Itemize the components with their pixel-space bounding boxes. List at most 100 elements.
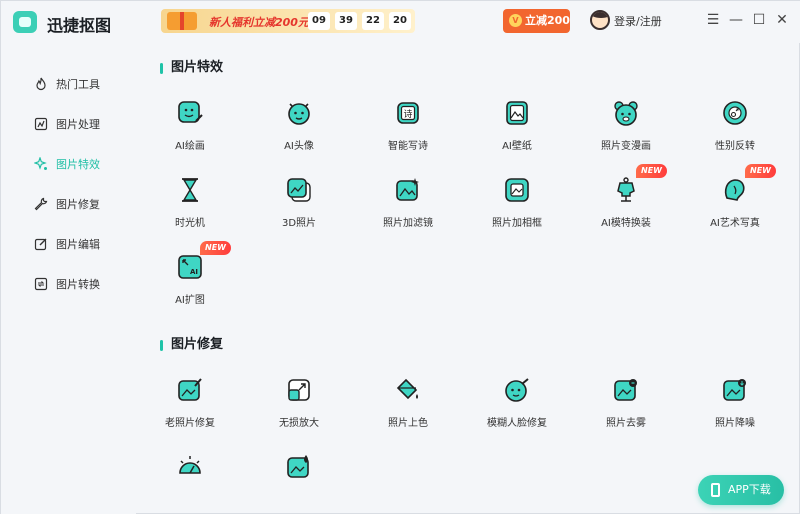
tool-smart-poem[interactable]: 诗 智能写诗 <box>360 99 456 161</box>
login-register-link[interactable]: 登录/注册 <box>614 13 662 29</box>
maximize-icon[interactable]: ☐ <box>750 11 768 29</box>
colorize-icon <box>396 378 418 400</box>
tool-time-machine[interactable]: 时光机 <box>142 176 238 238</box>
sidebar-item-label: 图片特效 <box>56 158 100 171</box>
title-bar: 迅捷抠图 新人福利立减200元 09 39 22 20 V 立减200 登录/注… <box>1 1 800 43</box>
upscale-icon <box>288 379 310 401</box>
tool-3d-photo[interactable]: 3D照片 <box>251 176 347 238</box>
poem-glyph: 诗 <box>403 109 412 120</box>
tool-label: 性别反转 <box>715 141 755 152</box>
mannequin-icon <box>617 177 635 202</box>
tool-label: 无损放大 <box>279 418 319 429</box>
countdown-hours: 09 <box>308 12 330 30</box>
new-badge: NEW <box>636 164 667 178</box>
tool-old-photo-repair[interactable]: 老照片修复 <box>142 376 238 438</box>
face-repair-icon <box>505 378 529 402</box>
expand-glyph: AI <box>190 268 198 276</box>
gift-icon <box>167 12 197 30</box>
tool-label: AI绘画 <box>175 141 205 152</box>
sidebar-item-image-editing[interactable]: 图片编辑 <box>34 233 100 255</box>
dehaze-icon <box>614 379 637 401</box>
tool-denoise[interactable]: 照片降噪 <box>687 376 783 438</box>
tool-label: 照片变漫画 <box>601 141 651 152</box>
image-edit-icon <box>34 117 48 131</box>
tool-ai-wallpaper[interactable]: AI壁纸 <box>469 99 565 161</box>
tool-photo-to-comic[interactable]: 照片变漫画 <box>578 99 674 161</box>
expand-icon: AI <box>178 255 202 279</box>
photo-water-icon <box>287 455 309 478</box>
tool-label: 老照片修复 <box>165 418 215 429</box>
tool-label: 照片加滤镜 <box>383 218 433 229</box>
ai-paint-icon <box>178 101 203 123</box>
countdown-centiseconds: 20 <box>389 12 411 30</box>
tool-label: 照片去雾 <box>606 418 646 429</box>
sidebar-item-image-repair[interactable]: 图片修复 <box>34 193 100 215</box>
new-badge: NEW <box>200 241 231 255</box>
vip-discount-label: 立减200 <box>525 14 570 27</box>
tool-label: AI壁纸 <box>502 141 532 152</box>
app-title: 迅捷抠图 <box>47 16 112 35</box>
tool-dehaze[interactable]: 照片去雾 <box>578 376 674 438</box>
sidebar-item-label: 图片编辑 <box>56 238 100 251</box>
tool-ai-art-portrait[interactable]: NEW AI艺术写真 <box>687 164 783 238</box>
tool-label: AI艺术写真 <box>710 218 760 229</box>
sidebar-item-label: 图片修复 <box>56 198 100 211</box>
tool-label: 照片上色 <box>388 418 428 429</box>
tool-label: AI头像 <box>284 141 314 152</box>
sidebar-item-image-effects[interactable]: 图片特效 <box>34 153 100 175</box>
vip-discount-button[interactable]: V 立减200 <box>503 9 570 33</box>
tool-label: 照片降噪 <box>715 418 755 429</box>
promo-banner[interactable]: 新人福利立减200元 09 39 22 20 <box>161 9 415 33</box>
tool-label: 照片加相框 <box>492 218 542 229</box>
close-icon[interactable]: ✕ <box>773 11 791 29</box>
tool-label: 模糊人脸修复 <box>487 418 547 429</box>
sidebar-item-label: 图片转换 <box>56 278 100 291</box>
sidebar-item-image-processing[interactable]: 图片处理 <box>34 113 100 135</box>
tool-label: AI扩图 <box>175 295 205 306</box>
tool-colorize[interactable]: 照片上色 <box>360 376 456 438</box>
sidebar-item-label: 热门工具 <box>56 78 100 91</box>
minimize-icon[interactable]: — <box>727 11 745 29</box>
countdown-minutes: 39 <box>335 12 357 30</box>
tool-label: 3D照片 <box>281 218 317 229</box>
app-logo-icon <box>13 11 37 33</box>
tool-label: AI模特换装 <box>601 218 651 229</box>
section-title-effects: 图片特效 <box>160 60 223 76</box>
tool-ai-painting[interactable]: AI绘画 <box>142 99 238 161</box>
gender-swap-icon <box>723 101 747 125</box>
sidebar: 热门工具 图片处理 图片特效 图片修复 图片编辑 图片转换 <box>1 43 136 514</box>
sidebar-item-hot-tools[interactable]: 热门工具 <box>34 73 100 95</box>
tool-ai-model-outfit[interactable]: NEW AI模特换装 <box>578 164 674 238</box>
art-portrait-icon <box>724 179 745 201</box>
tool-ai-expand[interactable]: NEW AI AI扩图 <box>142 241 238 315</box>
countdown-timer: 09 39 22 20 <box>308 12 411 30</box>
tool-gender-swap[interactable]: 性别反转 <box>687 99 783 161</box>
menu-icon[interactable]: ☰ <box>704 11 722 29</box>
wrench-icon <box>34 197 48 211</box>
photo-3d-icon <box>287 178 311 202</box>
tool-photo-frame[interactable]: 照片加相框 <box>469 176 565 238</box>
comic-bear-icon <box>614 101 638 126</box>
frame-icon <box>505 178 529 202</box>
tool-exposure[interactable] <box>142 453 238 514</box>
sidebar-item-label: 图片处理 <box>56 118 100 131</box>
promo-text: 新人福利立减200元 <box>209 16 309 29</box>
app-download-label: APP下载 <box>728 483 771 496</box>
avatar[interactable] <box>590 10 610 30</box>
pen-square-icon <box>34 238 47 251</box>
tool-face-repair[interactable]: 模糊人脸修复 <box>469 376 565 438</box>
tool-photo-filter[interactable]: 照片加滤镜 <box>360 176 456 238</box>
tool-ai-avatar[interactable]: AI头像 <box>251 99 347 161</box>
denoise-icon <box>723 379 746 401</box>
old-photo-icon <box>178 378 202 401</box>
hourglass-icon <box>182 178 198 202</box>
tool-photo-water[interactable] <box>251 453 347 514</box>
app-download-button[interactable]: APP下载 <box>698 475 784 505</box>
tool-label: 时光机 <box>175 218 205 229</box>
app-window: 迅捷抠图 新人福利立减200元 09 39 22 20 V 立减200 登录/注… <box>0 0 800 514</box>
wallpaper-icon <box>506 101 528 125</box>
section-title-repair: 图片修复 <box>160 337 223 353</box>
tool-lossless-upscale[interactable]: 无损放大 <box>251 376 347 438</box>
sidebar-item-image-convert[interactable]: 图片转换 <box>34 273 100 295</box>
vip-crown-icon: V <box>509 14 522 27</box>
